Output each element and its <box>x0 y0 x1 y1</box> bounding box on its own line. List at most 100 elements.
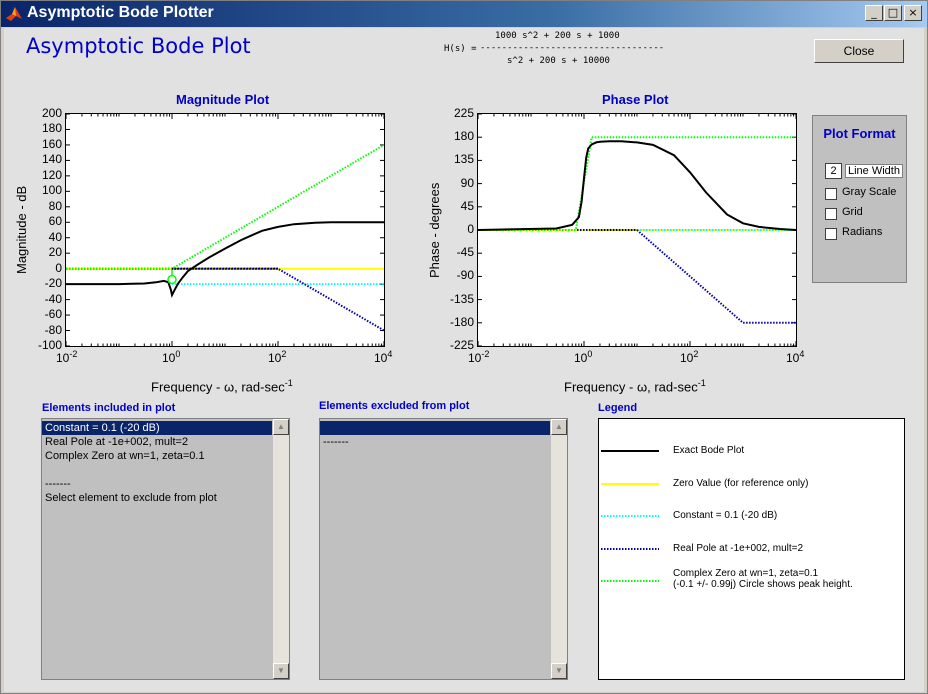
plot-format-title: Plot Format <box>823 126 896 141</box>
x-tick-label: 10-2 <box>468 349 489 365</box>
x-tick-exponent: 0 <box>587 349 593 359</box>
legend-item-label: Real Pole at -1e+002, mult=2 <box>673 543 803 554</box>
close-icon: × <box>908 6 918 19</box>
y-tick-label: 100 <box>41 183 62 198</box>
x-tick-base: 10 <box>680 351 694 365</box>
tf-numerator: 1000 s^2 + 200 s + 1000 <box>495 31 620 41</box>
magnitude-plot-title: Magnitude Plot <box>176 92 270 107</box>
legend-item-text: Complex Zero at wn=1, zeta=0.1 <box>673 568 819 579</box>
y-tick-label: -80 <box>44 322 62 337</box>
y-tick-label: -135 <box>449 291 474 306</box>
included-scrollbar[interactable]: ▲ ▼ <box>272 419 289 679</box>
included-list-title: Elements included in plot <box>42 402 176 414</box>
included-items: Constant = 0.1 (-20 dB) Real Pole at -1e+… <box>42 419 272 505</box>
excluded-items: ------- <box>320 419 550 449</box>
magnitude-xlabel-sup: -1 <box>284 378 293 388</box>
y-tick-label: -40 <box>44 291 62 306</box>
y-tick-label: 0 <box>467 222 474 236</box>
x-tick-base: 10 <box>56 351 70 365</box>
minimize-button[interactable]: _ <box>865 5 883 21</box>
scroll-down-button[interactable]: ▼ <box>551 663 567 679</box>
phase-series-exact-bode-plot <box>477 140 797 231</box>
title-bar[interactable]: Asymptotic Bode Plotter _ □ × <box>1 1 927 27</box>
x-tick-label: 100 <box>162 349 180 365</box>
y-tick-label: -20 <box>44 276 62 291</box>
legend-item-label: Zero Value (for reference only) <box>673 478 808 489</box>
scroll-up-icon: ▲ <box>277 422 285 431</box>
x-tick-base: 10 <box>162 351 176 365</box>
grid-checkbox[interactable] <box>825 208 837 220</box>
x-tick-base: 10 <box>468 351 482 365</box>
y-tick-label: 180 <box>453 129 474 144</box>
y-tick-label: 135 <box>453 152 474 167</box>
legend-item-subtext: (-0.1 +/- 0.99j) Circle shows peak heigh… <box>673 579 853 590</box>
phase-xlabel: Frequency - ω, rad-sec-1 <box>564 378 706 394</box>
magnitude-xlabel: Frequency - ω, rad-sec-1 <box>151 378 293 394</box>
magnitude-ylabel: Magnitude - dB <box>14 185 29 274</box>
list-item[interactable]: Select element to exclude from plot <box>42 491 272 505</box>
maximize-icon: □ <box>887 6 899 19</box>
phase-plot-canvas <box>477 113 797 347</box>
phase-ylabel: Phase - degrees <box>427 182 442 278</box>
included-elements-list[interactable]: Constant = 0.1 (-20 dB) Real Pole at -1e+… <box>41 418 290 680</box>
legend-item-text: Zero Value (for reference only) <box>673 478 809 489</box>
line-width-input[interactable]: 2 <box>825 163 842 179</box>
x-tick-exponent: 4 <box>799 349 805 359</box>
phase-series-real-pole-at-1e-002-mult-2 <box>478 229 796 324</box>
line-width-label: Line Width <box>845 164 903 178</box>
tf-fraction-bar: ---------------------------------- <box>480 43 665 53</box>
y-tick-label: -60 <box>44 307 62 322</box>
phase-xlabel-text: Frequency - ω, rad-sec <box>564 379 698 395</box>
tf-denominator: s^2 + 200 s + 10000 <box>507 56 610 66</box>
x-tick-base: 10 <box>574 351 588 365</box>
tf-lhs: H(s) = <box>444 44 482 54</box>
scroll-down-icon: ▼ <box>277 666 285 675</box>
gray-scale-checkbox[interactable] <box>825 188 837 200</box>
gray-scale-label: Gray Scale <box>842 186 897 198</box>
matlab-logo-icon <box>6 7 22 21</box>
excluded-scrollbar[interactable]: ▲ ▼ <box>550 419 567 679</box>
y-tick-label: 40 <box>48 229 62 244</box>
list-item[interactable]: Real Pole at -1e+002, mult=2 <box>42 435 272 449</box>
maximize-button[interactable]: □ <box>884 5 902 21</box>
window-close-button[interactable]: × <box>904 5 922 21</box>
list-item[interactable]: Constant = 0.1 (-20 dB) <box>42 421 272 435</box>
excluded-list-title: Elements excluded from plot <box>319 400 470 412</box>
y-tick-label: 20 <box>48 245 62 260</box>
excluded-elements-list[interactable]: ------- ▲ ▼ <box>319 418 568 680</box>
window-title: Asymptotic Bode Plotter <box>27 4 214 21</box>
plot-format-panel: Plot Format 2 Line Width Gray Scale Grid… <box>812 115 907 283</box>
scroll-down-button[interactable]: ▼ <box>273 663 289 679</box>
close-button[interactable]: Close <box>814 39 904 63</box>
x-tick-label: 104 <box>786 349 804 365</box>
radians-checkbox[interactable] <box>825 228 837 240</box>
x-tick-label: 104 <box>374 349 392 365</box>
mag-series-complex-zero-at-wn-1-zeta-0-1 <box>66 144 385 270</box>
list-item[interactable]: ------- <box>42 477 272 491</box>
x-tick-exponent: 2 <box>281 349 287 359</box>
mag-series-real-pole-at-1e-002-mult-2 <box>66 267 385 332</box>
scroll-up-button[interactable]: ▲ <box>551 419 567 435</box>
y-tick-label: 140 <box>41 152 62 167</box>
scroll-up-button[interactable]: ▲ <box>273 419 289 435</box>
magnitude-xlabel-text: Frequency - ω, rad-sec <box>151 379 285 395</box>
x-tick-base: 10 <box>786 351 800 365</box>
list-item[interactable] <box>320 421 550 435</box>
client-area: Asymptotic Bode Plot H(s) = 1000 s^2 + 2… <box>4 28 924 692</box>
legend-item-label: Complex Zero at wn=1, zeta=0.1 (-0.1 +/- … <box>673 568 853 590</box>
y-tick-label: 180 <box>41 121 62 136</box>
x-tick-base: 10 <box>374 351 388 365</box>
legend-item-label: Exact Bode Plot <box>673 445 744 456</box>
list-item[interactable] <box>42 463 272 477</box>
x-tick-label: 102 <box>268 349 286 365</box>
grid-label: Grid <box>842 206 863 218</box>
legend-item-text: Real Pole at -1e+002, mult=2 <box>673 543 804 554</box>
list-item[interactable]: ------- <box>320 435 550 449</box>
scroll-up-icon: ▲ <box>555 422 563 431</box>
phase-plot <box>477 113 797 347</box>
x-tick-exponent: 0 <box>175 349 181 359</box>
magnitude-plot <box>65 113 385 347</box>
y-tick-label: 160 <box>41 136 62 151</box>
phase-xlabel-sup: -1 <box>697 378 706 388</box>
list-item[interactable]: Complex Zero at wn=1, zeta=0.1 <box>42 449 272 463</box>
